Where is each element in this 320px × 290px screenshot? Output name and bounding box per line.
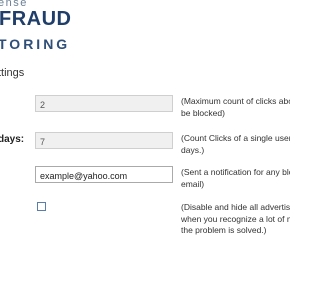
max-clicks-description: (Maximum count of clicks abo be blocked) (181, 96, 290, 118)
email-description: (Sent a notification for any blo email) (181, 167, 290, 189)
logo-text-fraud: FRAUD (0, 8, 72, 30)
days-description: (Count Clicks of a single user days.) (181, 133, 290, 155)
days-label: days: (0, 134, 25, 145)
logo-text-monitoring: TORING (0, 36, 71, 52)
notification-email-field[interactable] (35, 166, 173, 183)
days-field[interactable] (35, 132, 173, 149)
disable-ads-checkbox[interactable] (37, 202, 46, 211)
settings-page: ense FRAUD TORING ttings (Maximum count … (0, 0, 290, 290)
disable-ads-description: (Disable and hide all advertis when you … (181, 202, 290, 235)
section-title: ttings (0, 67, 25, 79)
max-clicks-field[interactable] (35, 95, 173, 112)
